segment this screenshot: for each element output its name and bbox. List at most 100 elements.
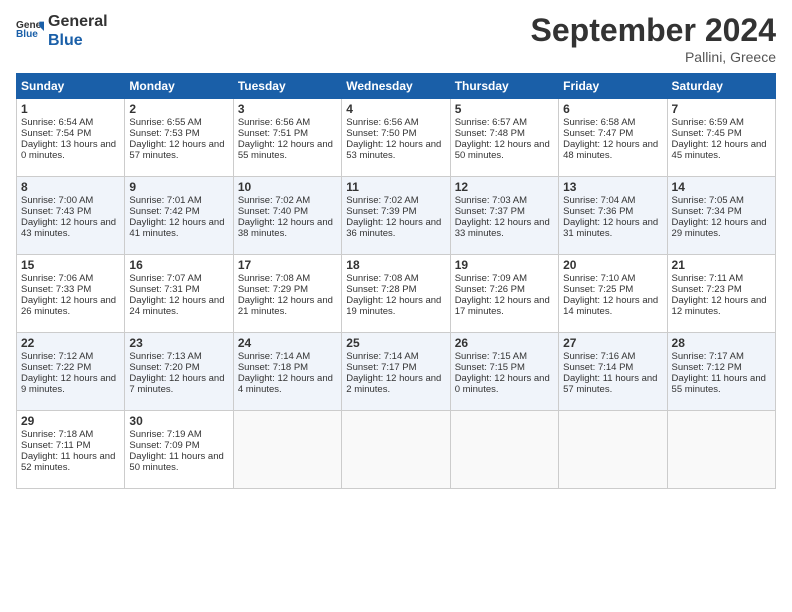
sunset: Sunset: 7:28 PM	[346, 284, 416, 295]
daylight: Daylight: 11 hours and 50 minutes.	[129, 451, 223, 473]
col-saturday: Saturday	[667, 74, 775, 99]
sunrise: Sunrise: 7:19 AM	[129, 429, 201, 440]
sunrise: Sunrise: 7:14 AM	[346, 351, 418, 362]
day-cell-20: 20Sunrise: 7:10 AMSunset: 7:25 PMDayligh…	[559, 255, 667, 333]
day-number: 15	[21, 258, 120, 272]
daylight: Daylight: 12 hours and 19 minutes.	[346, 295, 441, 317]
sunrise: Sunrise: 7:14 AM	[238, 351, 310, 362]
sunrise: Sunrise: 7:13 AM	[129, 351, 201, 362]
sunrise: Sunrise: 6:59 AM	[672, 117, 744, 128]
day-number: 12	[455, 180, 554, 194]
daylight: Daylight: 12 hours and 53 minutes.	[346, 139, 441, 161]
day-cell-19: 19Sunrise: 7:09 AMSunset: 7:26 PMDayligh…	[450, 255, 558, 333]
week-row-1: 1Sunrise: 6:54 AMSunset: 7:54 PMDaylight…	[17, 99, 776, 177]
daylight: Daylight: 12 hours and 2 minutes.	[346, 373, 441, 395]
day-number: 5	[455, 102, 554, 116]
day-cell-12: 12Sunrise: 7:03 AMSunset: 7:37 PMDayligh…	[450, 177, 558, 255]
day-number: 14	[672, 180, 771, 194]
calendar-page: General Blue General Blue September 2024…	[0, 0, 792, 612]
sunrise: Sunrise: 6:56 AM	[346, 117, 418, 128]
title-block: September 2024 Pallini, Greece	[531, 12, 776, 65]
sunset: Sunset: 7:15 PM	[455, 362, 525, 373]
daylight: Daylight: 12 hours and 14 minutes.	[563, 295, 658, 317]
day-cell-6: 6Sunrise: 6:58 AMSunset: 7:47 PMDaylight…	[559, 99, 667, 177]
sunrise: Sunrise: 6:57 AM	[455, 117, 527, 128]
sunrise: Sunrise: 7:12 AM	[21, 351, 93, 362]
empty-cell	[342, 411, 450, 489]
sunrise: Sunrise: 7:07 AM	[129, 273, 201, 284]
daylight: Daylight: 12 hours and 43 minutes.	[21, 217, 116, 239]
daylight: Daylight: 12 hours and 17 minutes.	[455, 295, 550, 317]
day-number: 21	[672, 258, 771, 272]
day-cell-11: 11Sunrise: 7:02 AMSunset: 7:39 PMDayligh…	[342, 177, 450, 255]
day-cell-25: 25Sunrise: 7:14 AMSunset: 7:17 PMDayligh…	[342, 333, 450, 411]
sunset: Sunset: 7:17 PM	[346, 362, 416, 373]
sunset: Sunset: 7:37 PM	[455, 206, 525, 217]
sunrise: Sunrise: 7:01 AM	[129, 195, 201, 206]
day-cell-27: 27Sunrise: 7:16 AMSunset: 7:14 PMDayligh…	[559, 333, 667, 411]
daylight: Daylight: 12 hours and 12 minutes.	[672, 295, 767, 317]
daylight: Daylight: 12 hours and 0 minutes.	[455, 373, 550, 395]
sunset: Sunset: 7:40 PM	[238, 206, 308, 217]
daylight: Daylight: 12 hours and 4 minutes.	[238, 373, 333, 395]
sunrise: Sunrise: 6:54 AM	[21, 117, 93, 128]
day-cell-10: 10Sunrise: 7:02 AMSunset: 7:40 PMDayligh…	[233, 177, 341, 255]
sunrise: Sunrise: 7:08 AM	[346, 273, 418, 284]
daylight: Daylight: 13 hours and 0 minutes.	[21, 139, 116, 161]
sunrise: Sunrise: 7:02 AM	[346, 195, 418, 206]
week-row-5: 29Sunrise: 7:18 AMSunset: 7:11 PMDayligh…	[17, 411, 776, 489]
sunset: Sunset: 7:20 PM	[129, 362, 199, 373]
day-number: 8	[21, 180, 120, 194]
sunset: Sunset: 7:29 PM	[238, 284, 308, 295]
sunset: Sunset: 7:11 PM	[21, 440, 91, 451]
sunrise: Sunrise: 7:02 AM	[238, 195, 310, 206]
logo-icon: General Blue	[16, 17, 44, 45]
logo: General Blue General Blue	[16, 12, 108, 50]
day-number: 20	[563, 258, 662, 272]
sunset: Sunset: 7:48 PM	[455, 128, 525, 139]
day-cell-28: 28Sunrise: 7:17 AMSunset: 7:12 PMDayligh…	[667, 333, 775, 411]
daylight: Daylight: 12 hours and 48 minutes.	[563, 139, 658, 161]
daylight: Daylight: 11 hours and 55 minutes.	[672, 373, 766, 395]
day-number: 2	[129, 102, 228, 116]
daylight: Daylight: 12 hours and 55 minutes.	[238, 139, 333, 161]
sunset: Sunset: 7:42 PM	[129, 206, 199, 217]
daylight: Daylight: 12 hours and 7 minutes.	[129, 373, 224, 395]
day-number: 22	[21, 336, 120, 350]
daylight: Daylight: 12 hours and 21 minutes.	[238, 295, 333, 317]
day-number: 16	[129, 258, 228, 272]
sunset: Sunset: 7:23 PM	[672, 284, 742, 295]
daylight: Daylight: 12 hours and 31 minutes.	[563, 217, 658, 239]
day-number: 1	[21, 102, 120, 116]
day-number: 13	[563, 180, 662, 194]
sunset: Sunset: 7:31 PM	[129, 284, 199, 295]
col-monday: Monday	[125, 74, 233, 99]
day-cell-30: 30Sunrise: 7:19 AMSunset: 7:09 PMDayligh…	[125, 411, 233, 489]
day-cell-8: 8Sunrise: 7:00 AMSunset: 7:43 PMDaylight…	[17, 177, 125, 255]
sunset: Sunset: 7:54 PM	[21, 128, 91, 139]
sunrise: Sunrise: 6:55 AM	[129, 117, 201, 128]
day-cell-26: 26Sunrise: 7:15 AMSunset: 7:15 PMDayligh…	[450, 333, 558, 411]
day-number: 9	[129, 180, 228, 194]
day-number: 11	[346, 180, 445, 194]
sunrise: Sunrise: 7:00 AM	[21, 195, 93, 206]
sunset: Sunset: 7:47 PM	[563, 128, 633, 139]
sunrise: Sunrise: 7:04 AM	[563, 195, 635, 206]
location: Pallini, Greece	[531, 49, 776, 65]
daylight: Daylight: 12 hours and 9 minutes.	[21, 373, 116, 395]
sunset: Sunset: 7:36 PM	[563, 206, 633, 217]
day-number: 24	[238, 336, 337, 350]
daylight: Daylight: 12 hours and 50 minutes.	[455, 139, 550, 161]
sunset: Sunset: 7:45 PM	[672, 128, 742, 139]
empty-cell	[450, 411, 558, 489]
day-cell-4: 4Sunrise: 6:56 AMSunset: 7:50 PMDaylight…	[342, 99, 450, 177]
day-number: 10	[238, 180, 337, 194]
sunset: Sunset: 7:34 PM	[672, 206, 742, 217]
svg-text:Blue: Blue	[16, 29, 38, 40]
day-number: 29	[21, 414, 120, 428]
day-number: 6	[563, 102, 662, 116]
sunset: Sunset: 7:43 PM	[21, 206, 91, 217]
sunrise: Sunrise: 7:10 AM	[563, 273, 635, 284]
day-cell-14: 14Sunrise: 7:05 AMSunset: 7:34 PMDayligh…	[667, 177, 775, 255]
daylight: Daylight: 12 hours and 24 minutes.	[129, 295, 224, 317]
